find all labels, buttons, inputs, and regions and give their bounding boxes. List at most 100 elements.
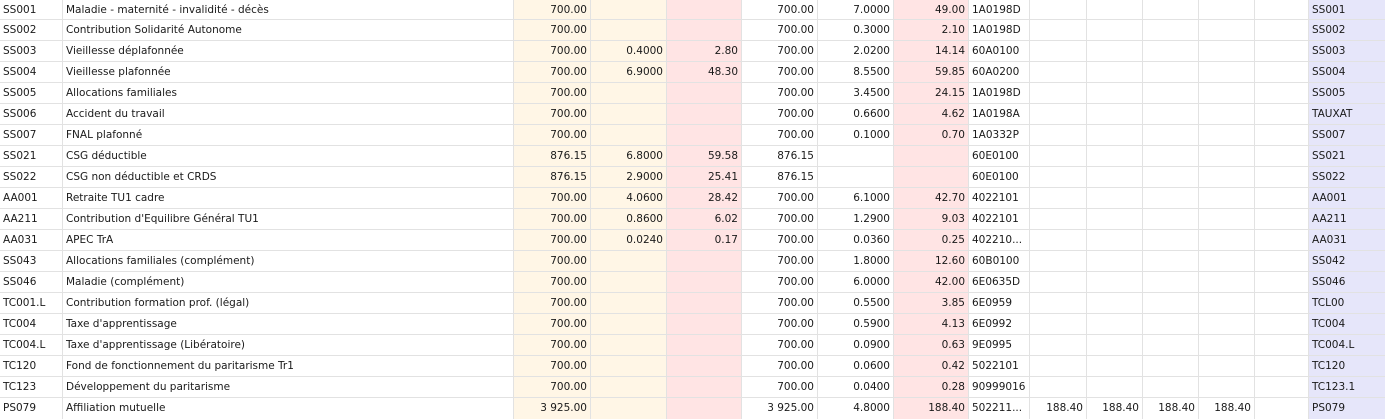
employer-rate-cell[interactable]: 4.8000 xyxy=(818,398,894,419)
employee-rate-cell[interactable]: 0.0240 xyxy=(591,230,667,250)
employee-amount-cell[interactable]: 6.02 xyxy=(667,209,742,229)
extra-amount-cell-1[interactable] xyxy=(1030,335,1087,355)
extra-amount-cell-4[interactable] xyxy=(1199,251,1255,271)
extra-amount-cell-4[interactable] xyxy=(1199,356,1255,376)
employer-rate-cell[interactable]: 1.8000 xyxy=(818,251,894,271)
employee-rate-cell[interactable] xyxy=(591,251,667,271)
account-cell[interactable]: 1A0198D xyxy=(969,83,1030,103)
account-cell[interactable]: 60A0100 xyxy=(969,41,1030,61)
employer-amount-cell[interactable]: 9.03 xyxy=(894,209,969,229)
base-cell[interactable]: 876.15 xyxy=(514,167,591,187)
extra-amount-cell-1[interactable] xyxy=(1030,0,1087,19)
account-cell[interactable]: 1A0332P xyxy=(969,125,1030,145)
base-cell[interactable]: 700.00 xyxy=(514,0,591,19)
extra-amount-cell-2[interactable] xyxy=(1087,83,1143,103)
employee-rate-cell[interactable] xyxy=(591,293,667,313)
employee-amount-cell[interactable] xyxy=(667,20,742,40)
extra-amount-cell-5[interactable] xyxy=(1255,209,1309,229)
extra-amount-cell-3[interactable] xyxy=(1143,335,1199,355)
employee-rate-cell[interactable]: 0.8600 xyxy=(591,209,667,229)
employer-amount-cell[interactable]: 188.40 xyxy=(894,398,969,419)
employee-amount-cell[interactable] xyxy=(667,377,742,397)
employer-amount-cell[interactable]: 4.62 xyxy=(894,104,969,124)
employer-rate-cell[interactable] xyxy=(818,146,894,166)
extra-amount-cell-4[interactable] xyxy=(1199,293,1255,313)
employee-amount-cell[interactable]: 2.80 xyxy=(667,41,742,61)
extra-amount-cell-4[interactable] xyxy=(1199,335,1255,355)
extra-amount-cell-1[interactable] xyxy=(1030,146,1087,166)
extra-amount-cell-3[interactable] xyxy=(1143,146,1199,166)
extra-amount-cell-4[interactable] xyxy=(1199,272,1255,292)
reference-code-cell[interactable]: TC004.L xyxy=(1309,335,1385,355)
reference-code-cell[interactable]: TCL00 xyxy=(1309,293,1385,313)
code-cell[interactable]: SS005 xyxy=(0,83,63,103)
employer-base-cell[interactable]: 700.00 xyxy=(742,83,818,103)
employer-amount-cell[interactable]: 0.70 xyxy=(894,125,969,145)
code-cell[interactable]: SS003 xyxy=(0,41,63,61)
extra-amount-cell-4[interactable] xyxy=(1199,230,1255,250)
code-cell[interactable]: SS001 xyxy=(0,0,63,19)
account-cell[interactable]: 502211... xyxy=(969,398,1030,419)
base-cell[interactable]: 700.00 xyxy=(514,62,591,82)
extra-amount-cell-2[interactable] xyxy=(1087,125,1143,145)
employee-amount-cell[interactable] xyxy=(667,125,742,145)
employer-rate-cell[interactable]: 0.0600 xyxy=(818,356,894,376)
extra-amount-cell-4[interactable] xyxy=(1199,377,1255,397)
table-row[interactable]: PS079 Affiliation mutuelle 3 925.00 3 925.0… xyxy=(0,398,1385,419)
employer-amount-cell[interactable]: 42.00 xyxy=(894,272,969,292)
extra-amount-cell-2[interactable] xyxy=(1087,293,1143,313)
employer-rate-cell[interactable]: 7.0000 xyxy=(818,0,894,19)
label-cell[interactable]: Maladie (complément) xyxy=(63,272,514,292)
employee-amount-cell[interactable] xyxy=(667,293,742,313)
base-cell[interactable]: 700.00 xyxy=(514,335,591,355)
employee-rate-cell[interactable]: 6.9000 xyxy=(591,62,667,82)
base-cell[interactable]: 700.00 xyxy=(514,209,591,229)
extra-amount-cell-4[interactable] xyxy=(1199,146,1255,166)
extra-amount-cell-2[interactable] xyxy=(1087,104,1143,124)
code-cell[interactable]: TC123 xyxy=(0,377,63,397)
extra-amount-cell-2[interactable] xyxy=(1087,146,1143,166)
extra-amount-cell-1[interactable] xyxy=(1030,377,1087,397)
base-cell[interactable]: 700.00 xyxy=(514,377,591,397)
extra-amount-cell-1[interactable] xyxy=(1030,230,1087,250)
extra-amount-cell-2[interactable] xyxy=(1087,167,1143,187)
code-cell[interactable]: TC001.L xyxy=(0,293,63,313)
extra-amount-cell-4[interactable] xyxy=(1199,83,1255,103)
extra-amount-cell-4[interactable] xyxy=(1199,41,1255,61)
account-cell[interactable]: 1A0198A xyxy=(969,104,1030,124)
account-cell[interactable]: 90999016 xyxy=(969,377,1030,397)
extra-amount-cell-5[interactable] xyxy=(1255,377,1309,397)
employee-rate-cell[interactable] xyxy=(591,314,667,334)
extra-amount-cell-4[interactable] xyxy=(1199,314,1255,334)
label-cell[interactable]: Développement du paritarisme xyxy=(63,377,514,397)
label-cell[interactable]: FNAL plafonné xyxy=(63,125,514,145)
extra-amount-cell-3[interactable] xyxy=(1143,62,1199,82)
label-cell[interactable]: Vieillesse plafonnée xyxy=(63,62,514,82)
reference-code-cell[interactable]: SS002 xyxy=(1309,20,1385,40)
reference-code-cell[interactable]: TAUXAT xyxy=(1309,104,1385,124)
table-row[interactable]: SS001 Maladie - maternité - invalidité - … xyxy=(0,0,1385,20)
table-row[interactable]: AA031 APEC TrA 700.00 0.0240 0.17 700.00 0.036… xyxy=(0,230,1385,251)
extra-amount-cell-5[interactable] xyxy=(1255,314,1309,334)
extra-amount-cell-5[interactable] xyxy=(1255,62,1309,82)
table-row[interactable]: SS002 Contribution Solidarité Autonome 700… xyxy=(0,20,1385,41)
label-cell[interactable]: Retraite TU1 cadre xyxy=(63,188,514,208)
extra-amount-cell-5[interactable] xyxy=(1255,230,1309,250)
table-row[interactable]: SS021 CSG déductible 876.15 6.8000 59.58 876.… xyxy=(0,146,1385,167)
code-cell[interactable]: SS002 xyxy=(0,20,63,40)
employer-base-cell[interactable]: 700.00 xyxy=(742,62,818,82)
employer-amount-cell[interactable]: 0.42 xyxy=(894,356,969,376)
account-cell[interactable]: 6E0959 xyxy=(969,293,1030,313)
employer-base-cell[interactable]: 700.00 xyxy=(742,272,818,292)
account-cell[interactable]: 60B0100 xyxy=(969,251,1030,271)
employee-rate-cell[interactable]: 2.9000 xyxy=(591,167,667,187)
extra-amount-cell-2[interactable] xyxy=(1087,335,1143,355)
extra-amount-cell-2[interactable] xyxy=(1087,188,1143,208)
employer-base-cell[interactable]: 700.00 xyxy=(742,104,818,124)
extra-amount-cell-5[interactable] xyxy=(1255,146,1309,166)
extra-amount-cell-1[interactable] xyxy=(1030,20,1087,40)
extra-amount-cell-4[interactable] xyxy=(1199,104,1255,124)
extra-amount-cell-5[interactable] xyxy=(1255,104,1309,124)
extra-amount-cell-5[interactable] xyxy=(1255,167,1309,187)
extra-amount-cell-4[interactable] xyxy=(1199,62,1255,82)
